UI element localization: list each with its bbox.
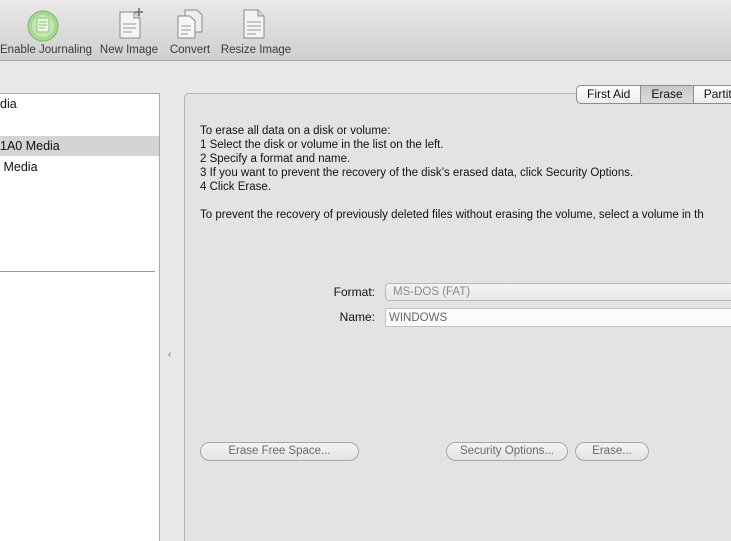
erase-button[interactable]: Erase...: [575, 442, 649, 461]
list-item-label: Media: [0, 160, 38, 174]
resize-image-label: Resize Image: [220, 44, 292, 56]
convert-button[interactable]: Convert: [166, 0, 214, 61]
instruction-line: To erase all data on a disk or volume:: [200, 125, 391, 137]
list-item[interactable]: dia: [0, 94, 159, 114]
instruction-line: 3 If you want to prevent the recovery of…: [200, 167, 634, 179]
erase-instructions: To erase all data on a disk or volume: 1…: [200, 124, 731, 222]
list-divider: [0, 271, 155, 272]
instruction-line: 4 Click Erase.: [200, 181, 271, 193]
format-value: MS-DOS (FAT): [393, 286, 471, 298]
enable-journaling-button[interactable]: Enable Journaling: [0, 0, 92, 61]
split-view-handle-icon[interactable]: ‹: [168, 349, 171, 360]
resize-image-button[interactable]: Resize Image: [219, 0, 293, 61]
instruction-line: 2 Specify a format and name.: [200, 153, 351, 165]
list-item-label: dia: [0, 97, 17, 111]
convert-icon: [175, 8, 205, 43]
list-item[interactable]: Media: [0, 157, 159, 177]
journaling-icon: [26, 10, 60, 45]
resize-image-icon: [241, 8, 269, 43]
security-options-button[interactable]: Security Options...: [446, 442, 568, 461]
enable-journaling-label: Enable Journaling: [0, 44, 93, 56]
list-item-label: 1A0 Media: [0, 139, 60, 153]
name-label: Name:: [339, 310, 375, 324]
tab-erase[interactable]: Erase: [641, 85, 694, 104]
instruction-line: To prevent the recovery of previously de…: [200, 209, 704, 221]
toolbar: Enable Journaling New Image Convert Resi…: [0, 0, 731, 61]
new-image-button[interactable]: New Image: [98, 0, 160, 61]
name-field[interactable]: [385, 308, 731, 327]
format-label: Format:: [333, 285, 375, 299]
disk-list[interactable]: dia 1A0 Media Media: [0, 93, 160, 541]
tab-partition[interactable]: Partiti: [693, 85, 731, 104]
instruction-spacer: [200, 194, 731, 208]
new-image-icon: [118, 8, 144, 43]
new-image-label: New Image: [99, 44, 159, 56]
convert-label: Convert: [169, 44, 211, 56]
format-select[interactable]: MS-DOS (FAT): [385, 283, 731, 301]
tab-first-aid[interactable]: First Aid: [576, 85, 642, 104]
tab-bar: First Aid Erase Partiti: [576, 85, 731, 104]
erase-free-space-button[interactable]: Erase Free Space...: [200, 442, 359, 461]
list-item-selected[interactable]: 1A0 Media: [0, 136, 159, 156]
instruction-line: 1 Select the disk or volume in the list …: [200, 139, 444, 151]
